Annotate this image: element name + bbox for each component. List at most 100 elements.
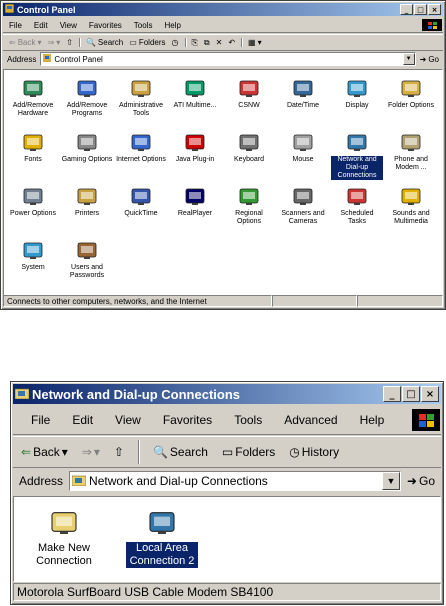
go-button[interactable]: ➜ Go (407, 474, 441, 488)
close-button[interactable]: × (421, 386, 439, 402)
copy-to-icon: ⧉ (203, 37, 210, 47)
forward-button[interactable]: ⇒ ▾ (82, 445, 100, 459)
status-pane-3 (357, 295, 443, 307)
printers-icon (75, 184, 99, 208)
search-icon: 🔍 (152, 445, 168, 459)
connection-make-new-connection[interactable]: Make New Connection (28, 505, 100, 568)
address-dropdown-button[interactable]: ▼ (381, 472, 400, 490)
windows-flag-icon (418, 413, 434, 427)
applet-network-connections[interactable]: Network and Dial-up Connections (330, 130, 384, 184)
forward-button[interactable]: ⇒ ▾ (48, 38, 61, 47)
regional-options-icon (237, 184, 261, 208)
menu-edit[interactable]: Edit (34, 21, 48, 30)
power-options-icon (21, 184, 45, 208)
up-button[interactable]: ⇧ (114, 445, 124, 459)
applet-phone-modem[interactable]: Phone and Modem ... (384, 130, 438, 184)
menu-view[interactable]: View (115, 413, 141, 427)
history-button[interactable]: ◷ History (289, 445, 339, 459)
folders-button[interactable]: ▭ Folders (222, 445, 275, 459)
move-to-button[interactable]: ⎘ (192, 38, 198, 48)
applet-add-remove-hardware[interactable]: Add/Remove Hardware (6, 76, 60, 130)
connection-local-area-connection[interactable]: Local Area Connection 2 (126, 505, 198, 568)
keyboard-icon (237, 130, 261, 154)
sounds-multimedia-icon (399, 184, 423, 208)
address-dropdown-button[interactable]: ▼ (402, 53, 415, 65)
menu-tools[interactable]: Tools (234, 413, 262, 427)
minimize-button[interactable]: _ (383, 386, 401, 402)
maximize-button[interactable]: □ (402, 386, 420, 402)
applet-label: Administrative Tools (119, 102, 163, 117)
applet-add-remove-programs[interactable]: Add/Remove Programs (60, 76, 114, 130)
applet-label: Internet Options (116, 156, 166, 163)
delete-icon: ✕ (215, 38, 223, 47)
close-button[interactable]: × (428, 4, 441, 15)
applet-realplayer[interactable]: RealPlayer (168, 184, 222, 238)
menu-file[interactable]: File (31, 413, 50, 427)
applet-system[interactable]: System (6, 238, 60, 292)
menu-help[interactable]: Help (360, 413, 385, 427)
applet-power-options[interactable]: Power Options (6, 184, 60, 238)
menu-file[interactable]: File (9, 21, 22, 30)
applet-administrative-tools[interactable]: Administrative Tools (114, 76, 168, 130)
menu-favorites[interactable]: Favorites (89, 21, 122, 30)
folders-icon: ▭ (221, 445, 234, 459)
back-button[interactable]: ⇐ Back ▾ (21, 445, 68, 459)
address-input[interactable]: Network and Dial-up Connections ▼ (69, 470, 401, 492)
applet-date-time[interactable]: Date/Time (276, 76, 330, 130)
applet-folder-options[interactable]: Folder Options (384, 76, 438, 130)
folders-button[interactable]: ▭ Folders (129, 38, 165, 47)
applet-users-passwords[interactable]: Users and Passwords (60, 238, 114, 292)
applet-internet-options[interactable]: Internet Options (114, 130, 168, 184)
applet-ati-multimedia[interactable]: ATI Multime... (168, 76, 222, 130)
applet-mouse[interactable]: Mouse (276, 130, 330, 184)
applet-gaming-options[interactable]: Gaming Options (60, 130, 114, 184)
minimize-button[interactable]: _ (400, 4, 413, 15)
go-button[interactable]: ➜ Go (420, 55, 443, 64)
history-button[interactable]: ◷ (172, 38, 179, 47)
applet-sounds-multimedia[interactable]: Sounds and Multimedia (384, 184, 438, 238)
gaming-options-icon (75, 130, 99, 154)
applet-display[interactable]: Display (330, 76, 384, 130)
search-button[interactable]: 🔍 Search (153, 445, 208, 459)
menu-edit[interactable]: Edit (72, 413, 93, 427)
scheduled-tasks-icon (345, 184, 369, 208)
title-bar[interactable]: Control Panel _ □ × (3, 3, 443, 16)
csnw-icon (237, 76, 261, 100)
menu-advanced[interactable]: Advanced (284, 413, 337, 427)
applet-keyboard[interactable]: Keyboard (222, 130, 276, 184)
applet-quicktime[interactable]: QuickTime (114, 184, 168, 238)
delete-button[interactable]: ✕ (216, 38, 223, 47)
forward-arrow-icon: ⇒ (81, 445, 92, 459)
applet-java-plugin[interactable]: Java Plug-in (168, 130, 222, 184)
maximize-button[interactable]: □ (414, 4, 427, 15)
go-arrow-icon: ➜ (419, 54, 427, 64)
applet-printers[interactable]: Printers (60, 184, 114, 238)
menu-favorites[interactable]: Favorites (163, 413, 212, 427)
up-folder-icon: ⇧ (66, 38, 73, 47)
applet-scheduled-tasks[interactable]: Scheduled Tasks (330, 184, 384, 238)
undo-button[interactable]: ↶ (228, 38, 235, 47)
copy-to-button[interactable]: ⧉ (204, 38, 210, 48)
applet-label: ATI Multime... (173, 102, 217, 109)
search-button[interactable]: 🔍 Search (86, 38, 123, 47)
applet-label: Printers (74, 210, 100, 217)
address-input[interactable]: Control Panel ▼ (40, 52, 416, 66)
network-connections-content: Make New Connection Local Area Connection… (13, 496, 441, 582)
menu-help[interactable]: Help (164, 21, 180, 30)
applet-csnw[interactable]: CSNW (222, 76, 276, 130)
applet-label: Network and Dial-up Connections (331, 156, 383, 180)
views-button[interactable]: ▦ ▾ (248, 38, 262, 47)
title-bar[interactable]: Network and Dial-up Connections _ □ × (13, 384, 441, 404)
history-icon: ◷ (171, 38, 179, 47)
back-arrow-icon: ⇐ (21, 445, 32, 459)
menu-view[interactable]: View (60, 21, 77, 30)
applet-scanners-cameras[interactable]: Scanners and Cameras (276, 184, 330, 238)
applet-regional-options[interactable]: Regional Options (222, 184, 276, 238)
back-button[interactable]: ⇐ Back ▾ (9, 38, 42, 47)
applet-label: Scheduled Tasks (340, 210, 374, 225)
realplayer-icon (183, 184, 207, 208)
applet-fonts[interactable]: Fonts (6, 130, 60, 184)
connection-label: Make New Connection (36, 542, 92, 567)
up-button[interactable]: ⇧ (66, 38, 73, 47)
menu-tools[interactable]: Tools (134, 21, 153, 30)
